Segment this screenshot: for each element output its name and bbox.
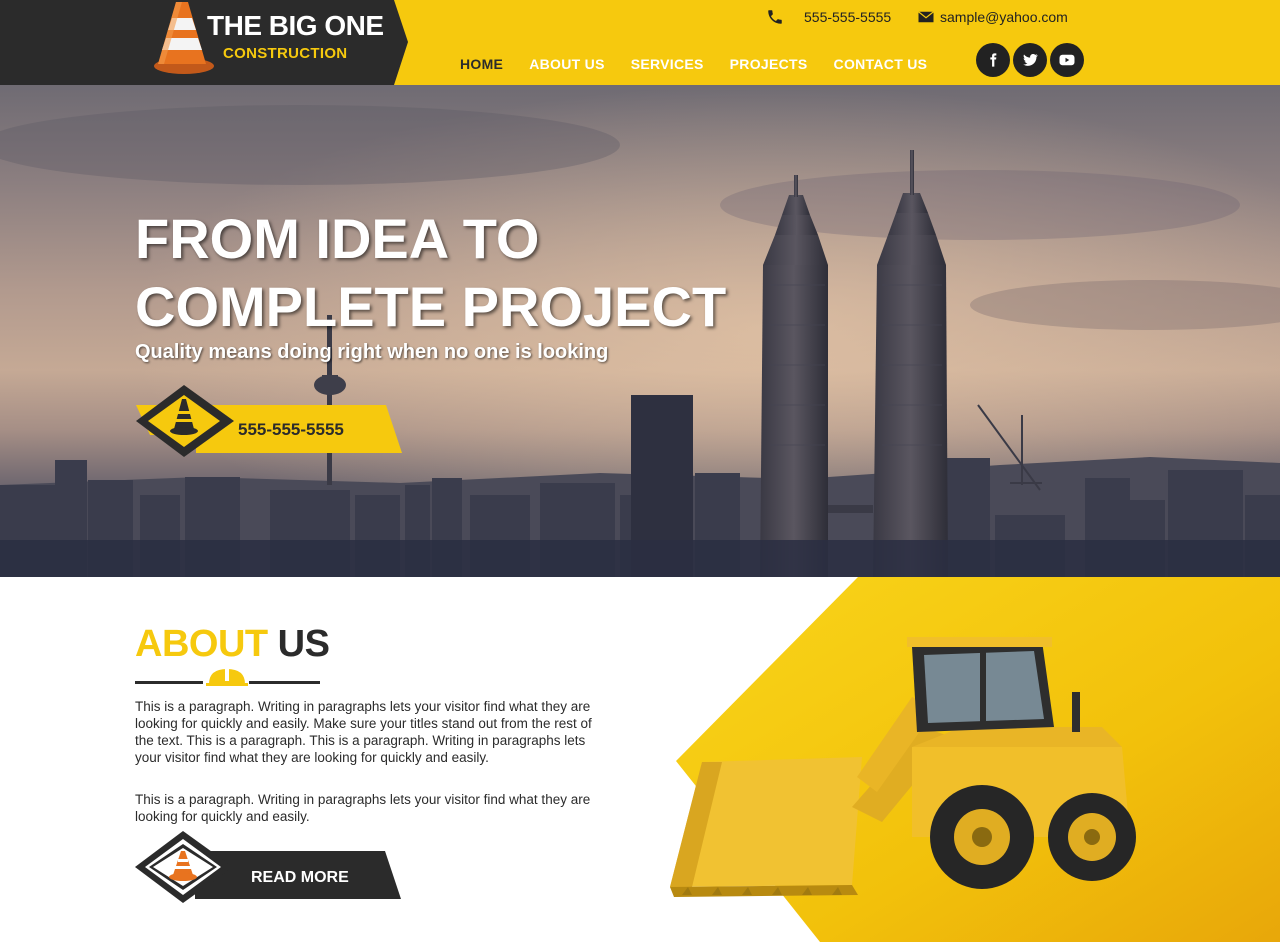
hero-tagline: Quality means doing right when no one is… bbox=[135, 341, 609, 363]
header-phone[interactable]: 555-555-5555 bbox=[766, 8, 891, 26]
nav-projects[interactable]: PROJECTS bbox=[730, 56, 808, 72]
about-heading-highlight: ABOUT bbox=[135, 623, 268, 665]
hero-phone-number[interactable]: 555-555-5555 bbox=[238, 420, 344, 440]
youtube-button[interactable] bbox=[1050, 43, 1084, 77]
nav-contact-us[interactable]: CONTACT US bbox=[834, 56, 928, 72]
brand-title[interactable]: THE BIG ONE bbox=[207, 10, 384, 42]
nav-services[interactable]: SERVICES bbox=[631, 56, 704, 72]
about-heading-rest: US bbox=[277, 623, 330, 665]
main-nav: HOME ABOUT US SERVICES PROJECTS CONTACT … bbox=[448, 56, 953, 72]
hero-title-line1: FROM IDEA TO bbox=[135, 207, 540, 270]
nav-home[interactable]: HOME bbox=[460, 56, 503, 72]
twitter-button[interactable] bbox=[1013, 43, 1047, 77]
header-phone-text: 555-555-5555 bbox=[804, 9, 892, 25]
about-heading: ABOUT US bbox=[135, 623, 330, 666]
youtube-icon bbox=[1059, 54, 1075, 66]
about-section: ABOUT US This is a paragraph. Writing in… bbox=[0, 577, 1280, 942]
hero-title: FROM IDEA TO COMPLETE PROJECT bbox=[135, 205, 726, 341]
facebook-icon bbox=[990, 53, 997, 67]
hero-section: FROM IDEA TO COMPLETE PROJECT Quality me… bbox=[0, 85, 1280, 577]
header-email[interactable]: sample@yahoo.com bbox=[917, 8, 1068, 26]
facebook-button[interactable] bbox=[976, 43, 1010, 77]
about-paragraph-2: This is a paragraph. Writing in paragrap… bbox=[135, 792, 591, 824]
brand-subtitle: CONSTRUCTION bbox=[223, 45, 348, 62]
hardhat-divider bbox=[135, 669, 320, 686]
wheel-loader-image bbox=[670, 637, 1136, 897]
read-more-label[interactable]: READ MORE bbox=[251, 869, 349, 887]
header-email-text: sample@yahoo.com bbox=[940, 9, 1068, 25]
hero-title-line2: COMPLETE PROJECT bbox=[135, 275, 727, 338]
site-header: THE BIG ONE CONSTRUCTION 555-555-5555 sa… bbox=[0, 0, 1280, 85]
twitter-icon bbox=[1023, 54, 1038, 66]
about-paragraph-1: This is a paragraph. Writing in paragrap… bbox=[135, 699, 592, 765]
mail-icon bbox=[918, 11, 934, 23]
phone-icon bbox=[768, 10, 782, 24]
social-links bbox=[976, 43, 1084, 77]
nav-about-us[interactable]: ABOUT US bbox=[529, 56, 605, 72]
